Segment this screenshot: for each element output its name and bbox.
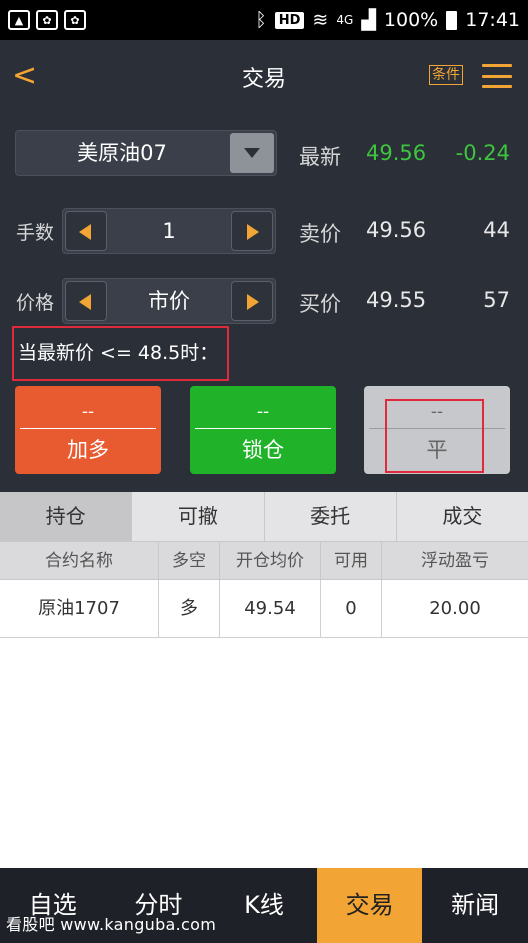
- floating-pnl-cell: 20.00: [429, 598, 481, 619]
- app-notification-icon: ✿: [36, 10, 58, 30]
- latest-change: -0.24: [455, 141, 510, 165]
- watermark: 看股吧 www.kanguba.com: [6, 915, 217, 934]
- latest-label: 最新: [299, 145, 341, 169]
- close-position-button[interactable]: -- 平: [364, 386, 510, 474]
- page-title: 交易: [241, 67, 286, 92]
- price-increase-icon[interactable]: [231, 281, 273, 321]
- quantity-decrease-icon[interactable]: [65, 211, 107, 251]
- notification-icons: ▲ ✿ ✿: [8, 10, 86, 30]
- quantity-label: 手数: [16, 222, 55, 244]
- tab-orders[interactable]: 委托: [265, 492, 397, 541]
- add-long-label: 加多: [67, 438, 109, 462]
- price-decrease-icon[interactable]: [65, 281, 107, 321]
- price-value[interactable]: 市价: [107, 279, 231, 323]
- avg-open-price-cell: 49.54: [220, 580, 321, 637]
- tab-fills[interactable]: 成交: [397, 492, 528, 541]
- condition-text: 当最新价 <= 48.5时：: [12, 326, 229, 381]
- column-header: 合约名称: [0, 542, 159, 579]
- table-header: 合约名称 多空 开仓均价 可用 浮动盈亏: [0, 542, 528, 580]
- order-tabs: 持仓 可撤 委托 成交: [0, 492, 528, 542]
- add-long-value: --: [81, 402, 95, 422]
- image-notification-icon: ▲: [8, 10, 30, 30]
- nav-trade[interactable]: 交易: [316, 868, 423, 943]
- column-header: 可用: [321, 542, 382, 579]
- quantity-value[interactable]: 1: [107, 209, 231, 253]
- trade-panel: 美原油07 最新 49.56 -0.24 手数 1 卖价 49.56 44 价格…: [0, 114, 528, 492]
- add-long-button[interactable]: -- 加多: [15, 386, 161, 474]
- nav-kline[interactable]: K线: [211, 868, 317, 943]
- column-header: 开仓均价: [220, 542, 321, 579]
- signal-icon: ▟: [361, 9, 376, 31]
- column-header: 多空: [159, 542, 220, 579]
- contract-name-cell: 原油1707: [0, 580, 159, 637]
- ask-label: 卖价: [299, 222, 341, 246]
- nav-news[interactable]: 新闻: [422, 868, 528, 943]
- quantity-increase-icon[interactable]: [231, 211, 273, 251]
- highlight-box: [385, 399, 484, 473]
- tab-cancelable[interactable]: 可撤: [132, 492, 265, 541]
- bluetooth-icon: ᛒ: [255, 9, 267, 31]
- back-arrow-icon[interactable]: <: [12, 58, 42, 94]
- chevron-down-icon[interactable]: [230, 133, 274, 173]
- available-cell: 0: [321, 580, 382, 637]
- status-indicators: ᛒ HD ≋ 4G ▟ 100% 17:41: [255, 9, 520, 31]
- app-header: < 交易 条件: [0, 40, 528, 114]
- ask-price: 49.56: [366, 218, 427, 242]
- tab-positions[interactable]: 持仓: [0, 492, 133, 541]
- direction-cell: 多: [159, 580, 220, 637]
- contract-select[interactable]: 美原油07: [15, 130, 277, 176]
- divider: [195, 428, 331, 429]
- ask-volume: 44: [483, 218, 510, 242]
- quantity-stepper[interactable]: 1: [62, 208, 276, 254]
- menu-icon[interactable]: [482, 64, 512, 88]
- positions-area: 持仓 可撤 委托 成交 合约名称 多空 开仓均价 可用 浮动盈亏 原油1707 …: [0, 492, 528, 868]
- app-notification-icon-2: ✿: [64, 10, 86, 30]
- bid-volume: 57: [483, 288, 510, 312]
- price-stepper[interactable]: 市价: [62, 278, 276, 324]
- battery-icon: [446, 10, 458, 30]
- divider: [20, 428, 156, 429]
- contract-select-value: 美原油07: [77, 141, 167, 165]
- lock-position-label: 锁仓: [242, 438, 284, 462]
- status-bar: ▲ ✿ ✿ ᛒ HD ≋ 4G ▟ 100% 17:41: [0, 0, 528, 40]
- price-label: 价格: [16, 292, 55, 314]
- battery-percent: 100%: [383, 9, 439, 31]
- column-header: 浮动盈亏: [421, 551, 489, 571]
- lock-position-value: --: [256, 402, 270, 422]
- latest-price: 49.56: [366, 141, 427, 165]
- table-row[interactable]: 原油1707 多 49.54 0 20.00: [0, 580, 528, 638]
- clock: 17:41: [465, 9, 520, 31]
- wifi-icon: ≋: [312, 9, 329, 31]
- hd-badge: HD: [274, 11, 305, 29]
- network-type: 4G: [336, 13, 354, 27]
- condition-order-button[interactable]: 条件: [429, 65, 463, 85]
- lock-position-button[interactable]: -- 锁仓: [190, 386, 336, 474]
- bid-label: 买价: [299, 292, 341, 316]
- bid-price: 49.55: [366, 288, 427, 312]
